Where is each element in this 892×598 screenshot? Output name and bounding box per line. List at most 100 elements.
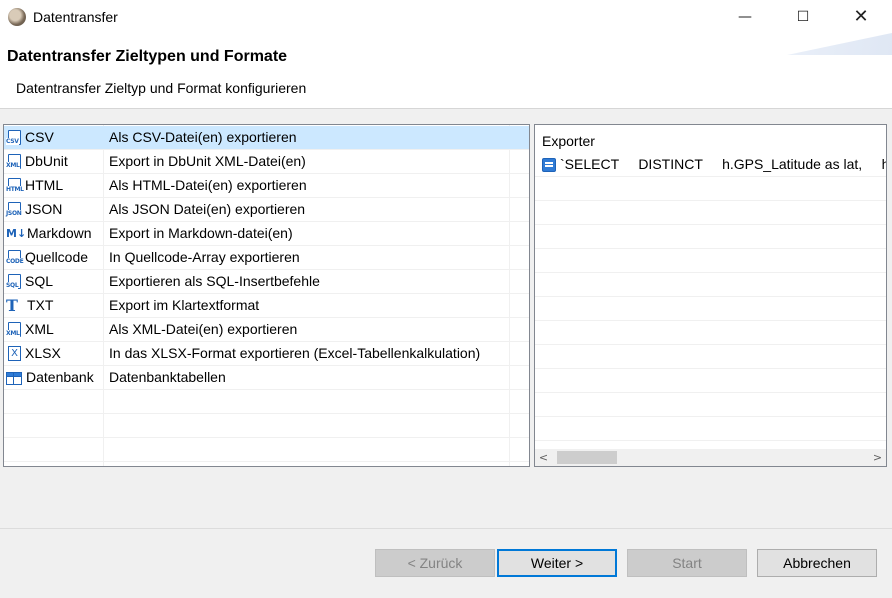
json-file-icon: JSON: [6, 202, 22, 217]
file-type-tag: XML: [6, 330, 20, 337]
format-description: In Quellcode-Array exportieren: [109, 249, 300, 265]
window-title: Datentransfer: [33, 9, 118, 25]
minimize-button[interactable]: —: [722, 0, 768, 33]
maximize-button[interactable]: ☐: [780, 0, 826, 33]
xlsx-file-icon: X: [8, 346, 21, 361]
scroll-right-arrow-icon[interactable]: >: [869, 449, 886, 466]
cancel-button[interactable]: Abbrechen: [757, 549, 877, 577]
exporter-panel[interactable]: Exporter `SELECT DISTINCT h.GPS_Latitude…: [534, 124, 887, 467]
exporter-header: Exporter: [542, 133, 595, 149]
file-type-tag: CSV: [6, 138, 19, 145]
empty-row: [535, 321, 886, 345]
format-name-cell: SQL SQL: [6, 270, 53, 293]
format-row-markdown[interactable]: M↓ Markdown Export in Markdown-datei(en): [4, 222, 529, 246]
dbunit-file-icon: XML: [6, 154, 21, 169]
format-name-cell: XML DbUnit: [6, 150, 68, 173]
title-bar: Datentransfer — ☐ ✕: [0, 0, 892, 33]
empty-row: [535, 273, 886, 297]
format-row-xlsx[interactable]: X XLSX In das XLSX-Format exportieren (Exc…: [4, 342, 529, 366]
empty-row: [535, 417, 886, 441]
empty-row: [535, 177, 886, 201]
format-row-dbunit[interactable]: XML DbUnit Export in DbUnit XML-Datei(en): [4, 150, 529, 174]
source-code-file-icon: CODE: [6, 250, 24, 265]
format-name: Quellcode: [25, 249, 89, 265]
page-subtitle: Datentransfer Zieltyp und Format konfigu…: [16, 80, 307, 96]
exporter-item[interactable]: `SELECT DISTINCT h.GPS_Latitude as lat, …: [535, 153, 886, 177]
format-name: XML: [25, 321, 54, 337]
format-description: Als JSON Datei(en) exportieren: [109, 201, 306, 217]
format-name-cell: CODE Quellcode: [6, 246, 88, 269]
format-row-json[interactable]: JSON JSON Als JSON Datei(en) exportieren: [4, 198, 529, 222]
file-type-tag: HTML: [6, 186, 24, 193]
format-name-cell: Datenbank: [6, 366, 94, 389]
file-type-tag: XML: [6, 162, 20, 169]
format-description: Als XML-Datei(en) exportieren: [109, 321, 298, 337]
empty-row: [535, 249, 886, 273]
format-name-cell: T TXT: [6, 294, 53, 317]
file-type-tag: SQL: [6, 282, 19, 289]
empty-row: [4, 390, 529, 414]
empty-row: [4, 438, 529, 462]
sql-query-icon: [542, 157, 556, 172]
app-icon: [8, 8, 26, 26]
format-name: TXT: [27, 297, 54, 313]
scroll-left-arrow-icon[interactable]: <: [535, 449, 552, 466]
format-description: Als CSV-Datei(en) exportieren: [109, 129, 297, 145]
format-description: In das XLSX-Format exportieren (Excel-Ta…: [109, 345, 481, 361]
empty-row: [535, 345, 886, 369]
format-row-txt[interactable]: T TXT Export im Klartextformat: [4, 294, 529, 318]
format-row-sql[interactable]: SQL SQL Exportieren als SQL-Insertbefehle: [4, 270, 529, 294]
format-row-datenbank[interactable]: Datenbank Datenbanktabellen: [4, 366, 529, 390]
format-name-cell: JSON JSON: [6, 198, 62, 221]
html-file-icon: HTML: [6, 178, 24, 193]
footer-divider: [0, 528, 892, 529]
empty-row: [4, 414, 529, 438]
format-name: SQL: [25, 273, 54, 289]
format-name-cell: XML XML: [6, 318, 54, 341]
xml-file-icon: XML: [6, 322, 21, 337]
format-name-cell: CSV CSV: [6, 126, 54, 149]
format-name: Markdown: [27, 225, 92, 241]
format-name: DbUnit: [25, 153, 68, 169]
scroll-thumb[interactable]: [557, 451, 617, 464]
format-description: Exportieren als SQL-Insertbefehle: [109, 273, 320, 289]
start-button[interactable]: Start: [627, 549, 747, 577]
empty-row: [535, 393, 886, 417]
format-description: Export in Markdown-datei(en): [109, 225, 293, 241]
format-name-cell: M↓ Markdown: [6, 222, 92, 245]
text-format-icon: T: [6, 295, 18, 315]
back-button[interactable]: < Zurück: [375, 549, 495, 577]
markdown-icon: M↓: [6, 226, 27, 240]
header-divider: [0, 108, 892, 109]
close-button[interactable]: ✕: [838, 0, 884, 33]
format-row-csv[interactable]: CSV CSV Als CSV-Datei(en) exportieren: [4, 126, 529, 150]
empty-row: [535, 297, 886, 321]
format-name: JSON: [25, 201, 63, 217]
format-name: HTML: [25, 177, 64, 193]
page-title: Datentransfer Zieltypen und Formate: [7, 48, 288, 65]
format-row-quellcode[interactable]: CODE Quellcode In Quellcode-Array exportie…: [4, 246, 529, 270]
format-name: CSV: [25, 129, 54, 145]
sql-file-icon: SQL: [6, 274, 21, 289]
file-type-tag: JSON: [6, 210, 22, 217]
format-name: Datenbank: [26, 369, 94, 385]
file-type-tag: CODE: [6, 258, 24, 265]
format-list[interactable]: CSV CSV Als CSV-Datei(en) exportieren XML Db…: [3, 124, 530, 467]
empty-row: [535, 201, 886, 225]
csv-file-icon: CSV: [6, 130, 21, 145]
empty-row: [535, 225, 886, 249]
format-name: XLSX: [25, 345, 61, 361]
format-row-html[interactable]: HTML HTML Als HTML-Datei(en) exportieren: [4, 174, 529, 198]
format-name-cell: HTML HTML: [6, 174, 63, 197]
format-name-cell: X XLSX: [6, 342, 61, 365]
empty-row: [535, 369, 886, 393]
database-table-icon: [6, 372, 22, 385]
header-banner-graphic: [787, 33, 892, 55]
format-row-xml[interactable]: XML XML Als XML-Datei(en) exportieren: [4, 318, 529, 342]
wizard-header: Datentransfer Zieltypen und Formate Date…: [0, 33, 892, 108]
horizontal-scrollbar[interactable]: < >: [535, 449, 886, 466]
format-description: Export im Klartextformat: [109, 297, 260, 313]
format-description: Als HTML-Datei(en) exportieren: [109, 177, 307, 193]
next-button[interactable]: Weiter >: [497, 549, 617, 577]
format-description: Export in DbUnit XML-Datei(en): [109, 153, 306, 169]
